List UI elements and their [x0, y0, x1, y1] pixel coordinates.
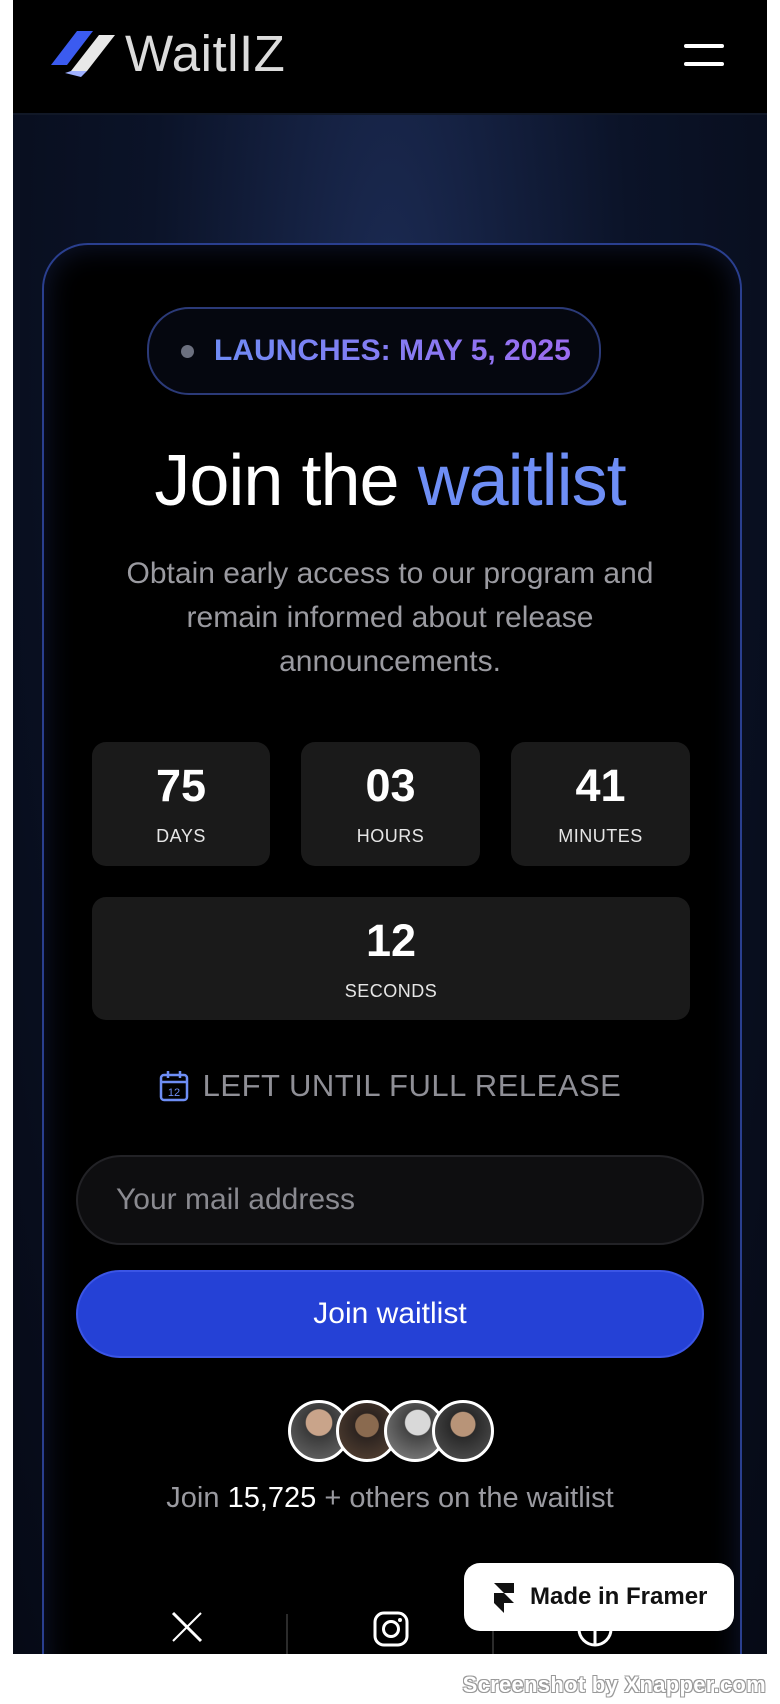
release-countdown-caption: 12 LEFT UNTIL FULL RELEASE: [0, 1068, 780, 1104]
avatar: [432, 1400, 494, 1462]
join-waitlist-button[interactable]: Join waitlist: [76, 1270, 704, 1358]
countdown-days: 75 DAYS: [92, 742, 270, 866]
social-proof-prefix: Join: [166, 1482, 220, 1514]
email-input[interactable]: [76, 1155, 704, 1245]
minutes-label: MINUTES: [558, 826, 643, 846]
calendar-icon: 12: [159, 1071, 188, 1102]
launch-date-text: LAUNCHES: MAY 5, 2025: [214, 334, 571, 367]
screenshot-watermark: Screenshot by Xnapper.com: [462, 1672, 766, 1697]
social-proof-suffix: + others on the waitlist: [324, 1482, 614, 1514]
status-dot-icon: [181, 344, 194, 358]
launch-date-badge: LAUNCHES: MAY 5, 2025: [147, 307, 601, 395]
title-prefix: Join the: [154, 441, 399, 521]
avatar-group: [288, 1400, 498, 1462]
logo-mark-icon: [51, 30, 115, 77]
seconds-label: SECONDS: [344, 981, 438, 1001]
countdown-hours: 03 HOURS: [301, 742, 480, 866]
made-in-framer-badge[interactable]: Made in Framer: [464, 1563, 734, 1631]
minutes-value: 41: [575, 760, 626, 811]
social-proof-text: Join 15,725 + others on the waitlist: [0, 1482, 780, 1515]
page-title: Join the waitlist: [0, 440, 780, 522]
days-label: DAYS: [156, 826, 206, 846]
seconds-value: 12: [365, 915, 417, 966]
waitlist-count: 15,725: [227, 1482, 317, 1514]
hamburger-menu-icon[interactable]: [684, 44, 724, 68]
page-subtitle: Obtain early access to our program and r…: [126, 557, 654, 678]
top-navigation-bar: WaitlIZ: [13, 0, 767, 115]
countdown-minutes: 41 MINUTES: [511, 742, 690, 866]
days-value: 75: [155, 760, 207, 811]
svg-text:12: 12: [168, 1087, 180, 1099]
x-icon[interactable]: [167, 1610, 207, 1654]
social-divider: [286, 1614, 288, 1654]
brand-logo[interactable]: WaitlIZ: [47, 24, 285, 83]
brand-name: WaitlIZ: [125, 25, 286, 82]
release-caption-text: LEFT UNTIL FULL RELEASE: [202, 1068, 622, 1103]
framer-logo-icon: [494, 1583, 514, 1613]
hours-value: 03: [365, 760, 416, 811]
framer-badge-label: Made in Framer: [530, 1583, 708, 1610]
title-accent: waitlist: [417, 441, 627, 521]
hours-label: HOURS: [356, 826, 425, 846]
countdown-seconds: 12 SECONDS: [92, 897, 690, 1020]
instagram-icon[interactable]: [371, 1610, 411, 1654]
